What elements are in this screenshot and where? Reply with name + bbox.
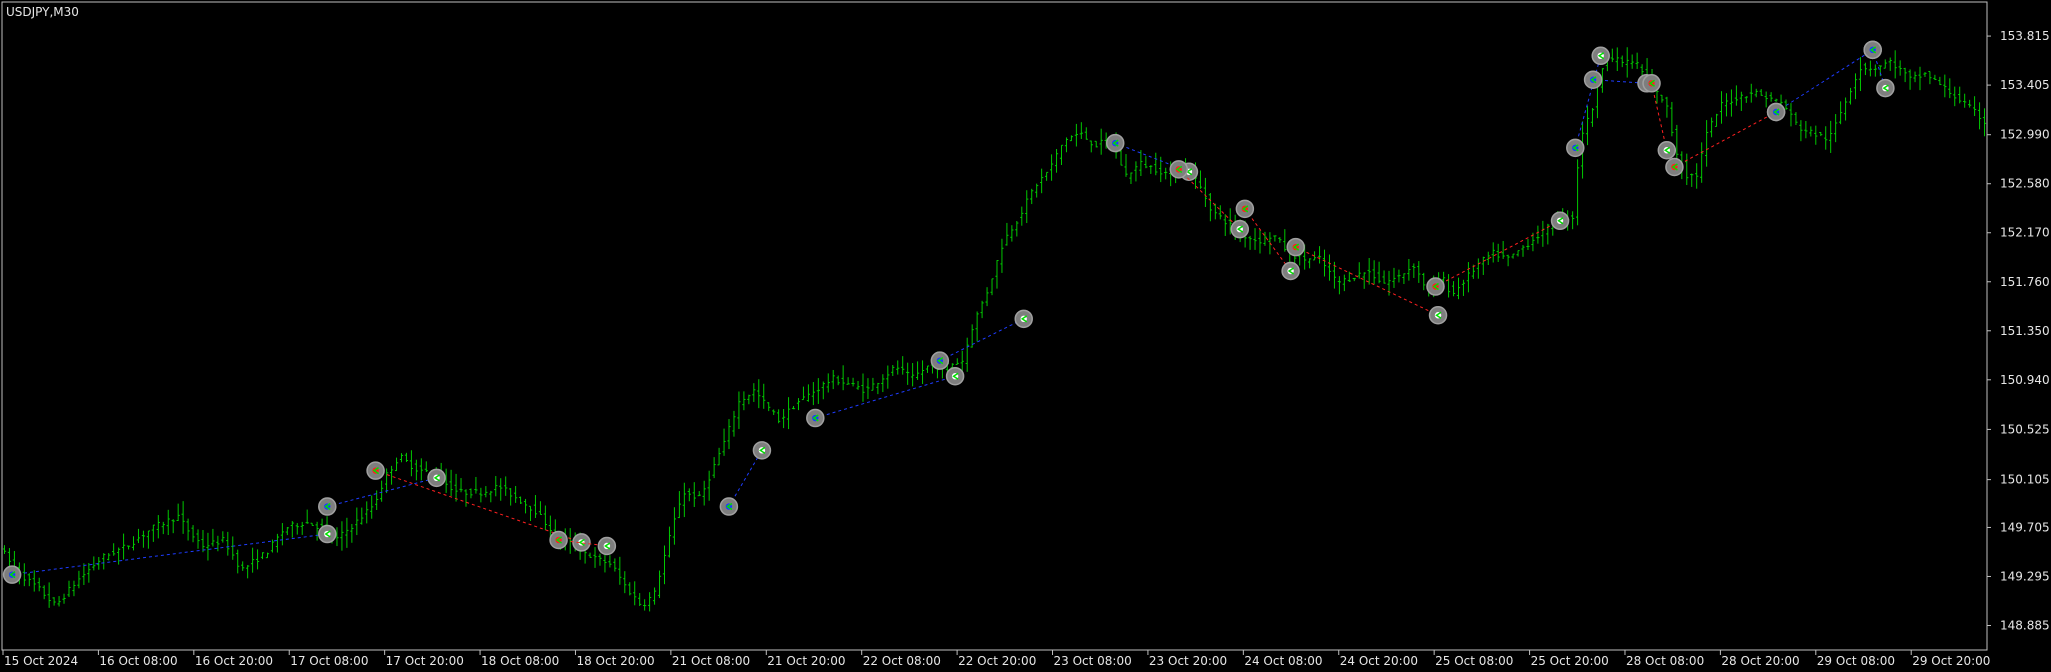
buy-trade-line (939, 318, 1024, 362)
y-tick-label: 150.940 (2000, 373, 2050, 387)
y-tick-label: 151.760 (2000, 275, 2050, 289)
x-tick-label: 28 Oct 08:00 (1626, 654, 1704, 668)
x-tick-label: 17 Oct 20:00 (386, 654, 464, 668)
x-tick-label: 23 Oct 20:00 (1149, 654, 1227, 668)
y-tick-label: 153.405 (2000, 78, 2050, 92)
symbol-timeframe-label: USDJPY,M30 (6, 5, 79, 19)
price-chart[interactable]: 153.815 153.405 152.990 152.580 152.170 151.7… (0, 0, 2051, 672)
y-tick-label: 151.350 (2000, 324, 2050, 338)
buy-trade-line (1775, 49, 1873, 113)
x-tick-label: 29 Oct 20:00 (1912, 654, 1990, 668)
x-tick-label: 24 Oct 20:00 (1340, 654, 1418, 668)
y-tick-label: 149.705 (2000, 520, 2050, 534)
x-tick-label: 16 Oct 08:00 (99, 654, 177, 668)
x-tick-label: 29 Oct 08:00 (1817, 654, 1895, 668)
y-tick-label: 153.815 (2000, 29, 2050, 43)
sell-trade-line (1178, 169, 1241, 230)
x-tick-label: 15 Oct 2024 (4, 654, 78, 668)
x-tick-label: 21 Oct 20:00 (767, 654, 845, 668)
x-tick-label: 16 Oct 20:00 (195, 654, 273, 668)
plot-frame (1, 1, 1988, 651)
x-tick-label: 22 Oct 08:00 (863, 654, 941, 668)
x-tick-label: 25 Oct 08:00 (1435, 654, 1513, 668)
x-tick-label: 21 Oct 08:00 (672, 654, 750, 668)
y-tick-label: 152.580 (2000, 177, 2050, 191)
y-tick-label: 152.990 (2000, 128, 2050, 142)
sell-trade-line (1295, 246, 1439, 316)
x-tick-label: 24 Oct 08:00 (1244, 654, 1322, 668)
chart-window[interactable]: 153.815 153.405 152.990 152.580 152.170 151.7… (0, 0, 2051, 672)
x-tick-label: 17 Oct 08:00 (290, 654, 368, 668)
x-tick-label: 28 Oct 20:00 (1721, 654, 1799, 668)
x-tick-label: 18 Oct 20:00 (576, 654, 654, 668)
sell-trade-line (1244, 208, 1292, 272)
y-tick-label: 148.885 (2000, 618, 2050, 632)
y-tick-label: 150.105 (2000, 473, 2050, 487)
y-tick-label: 149.295 (2000, 569, 2050, 583)
x-tick-label: 25 Oct 20:00 (1531, 654, 1609, 668)
x-tick-label: 23 Oct 08:00 (1054, 654, 1132, 668)
y-tick-label: 152.170 (2000, 226, 2050, 240)
sell-trade-line (1651, 83, 1668, 151)
buy-trade-line (12, 533, 328, 576)
buy-trade-line (728, 450, 763, 507)
y-tick-label: 150.525 (2000, 422, 2050, 436)
buy-trade-line (815, 375, 956, 419)
x-tick-label: 22 Oct 20:00 (958, 654, 1036, 668)
x-tick-label: 18 Oct 08:00 (481, 654, 559, 668)
sell-trade-line (1674, 111, 1777, 168)
